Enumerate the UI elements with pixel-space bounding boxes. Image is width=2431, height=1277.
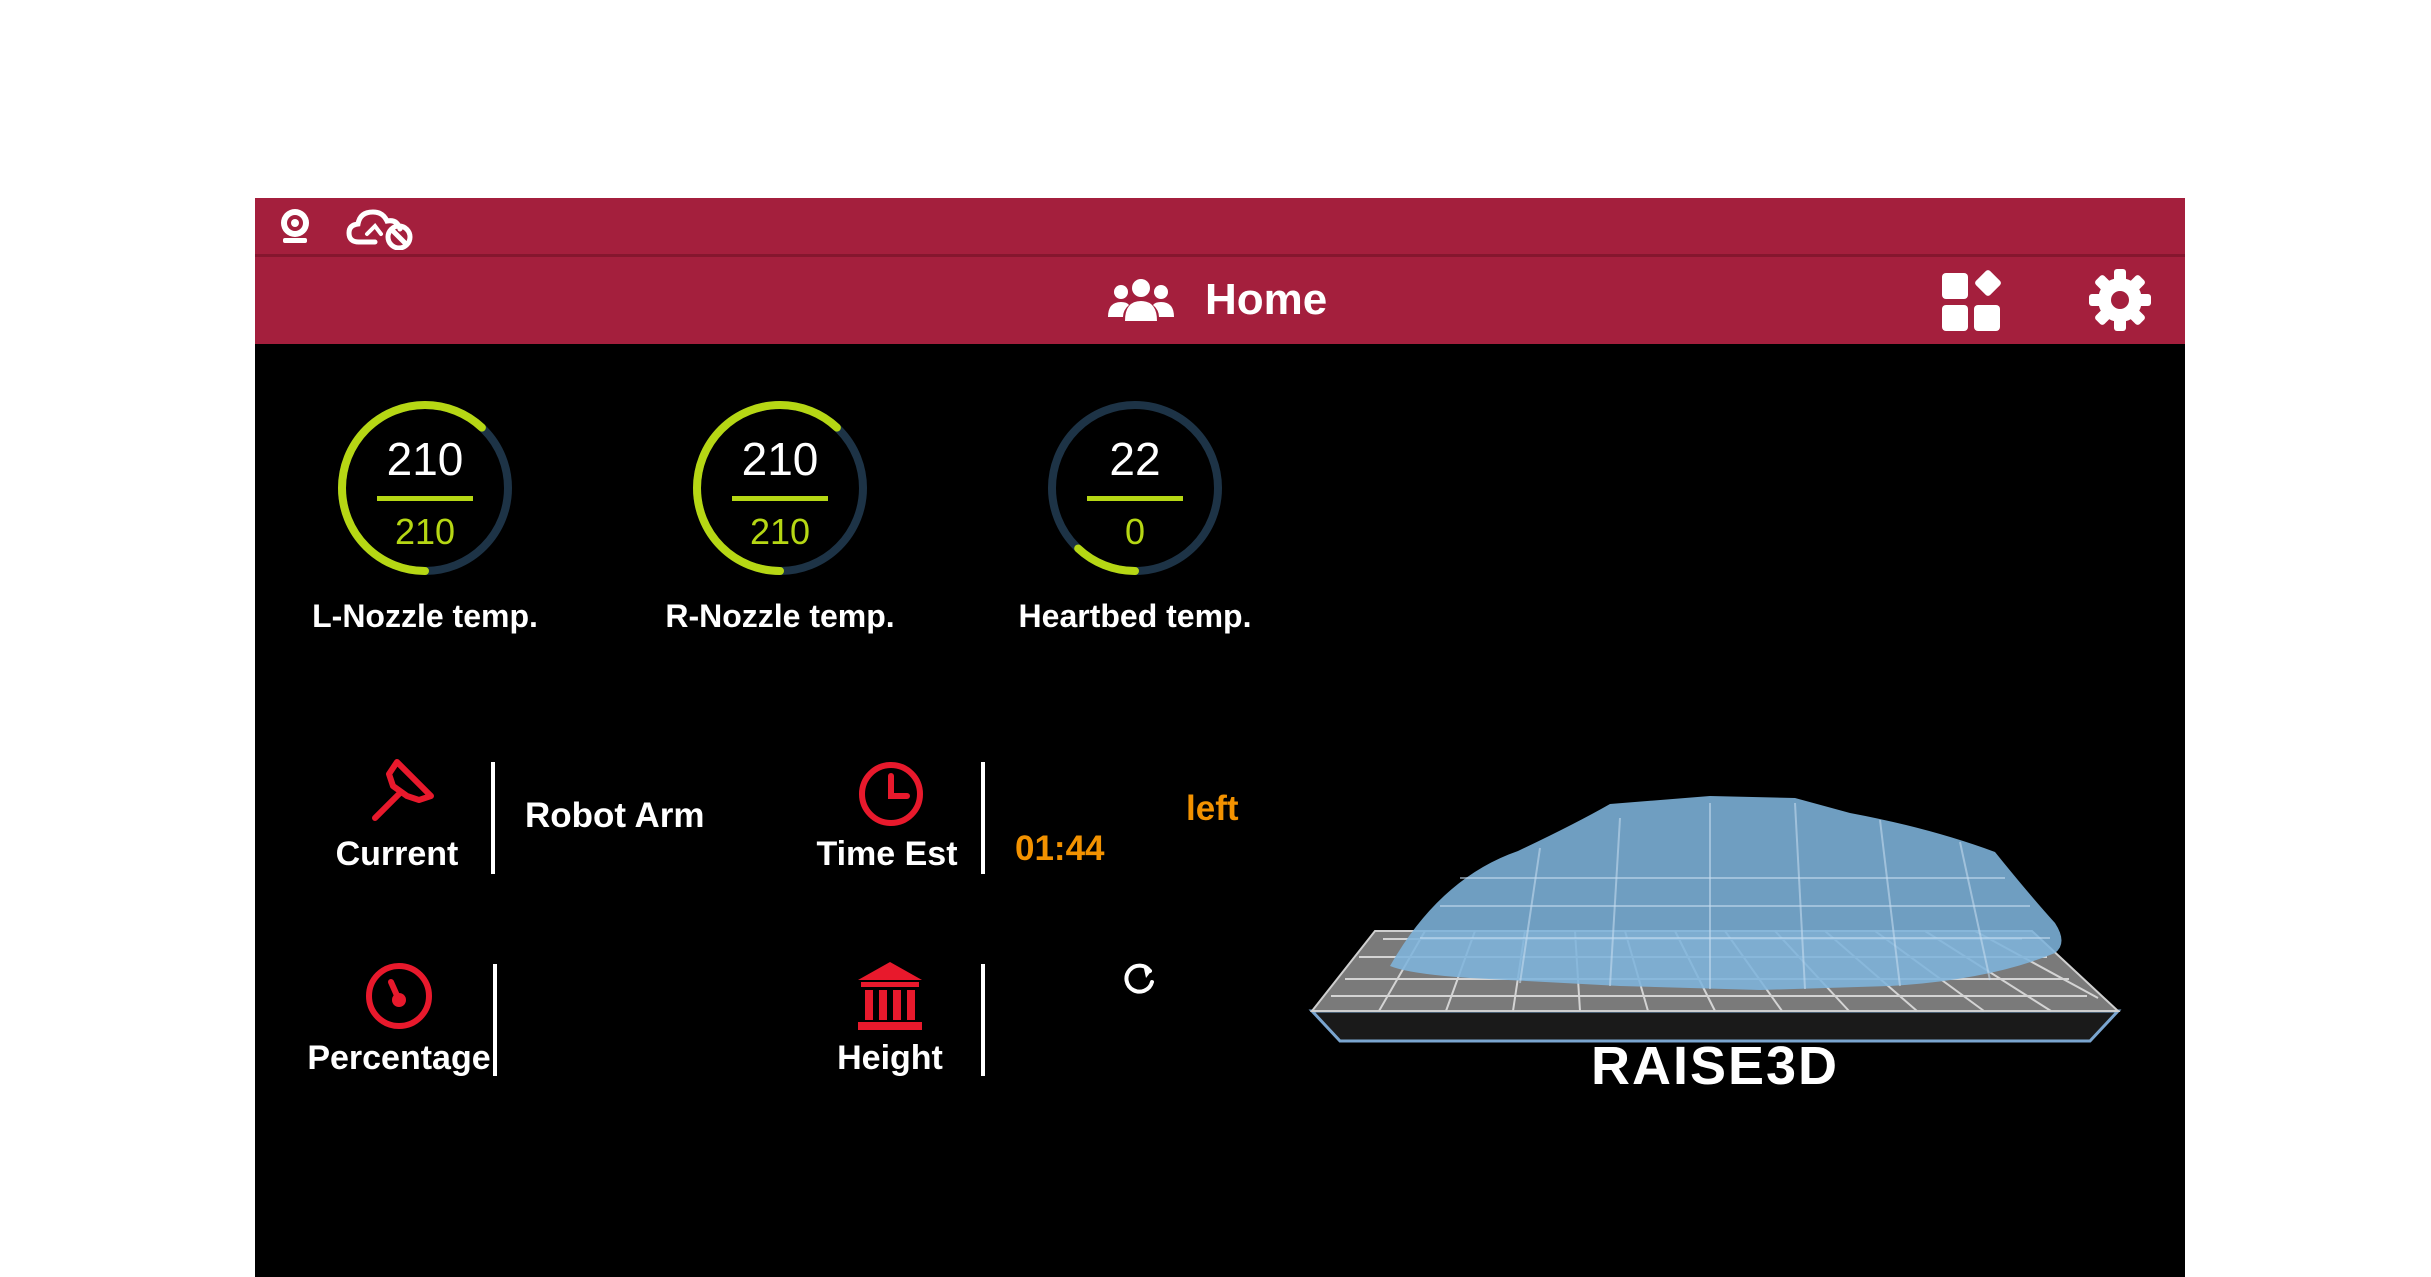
heatbed-label: Heartbed temp. xyxy=(1018,598,1252,634)
webcam-icon[interactable] xyxy=(275,206,315,246)
r-nozzle-current-temp: 210 xyxy=(741,433,819,485)
title-bar: Home xyxy=(255,257,2185,344)
brand-logo: RAISE3D xyxy=(1591,1036,1839,1096)
height-separator xyxy=(981,964,985,1076)
heatbed-current-temp: 22 xyxy=(1109,433,1161,485)
current-separator xyxy=(491,762,495,874)
clock-icon xyxy=(859,762,923,826)
r-nozzle-divider xyxy=(732,496,828,501)
l-nozzle-divider xyxy=(377,496,473,501)
gear-icon[interactable] xyxy=(2087,267,2153,333)
time-left-label: left xyxy=(1186,789,1239,828)
current-object-value: Robot Arm xyxy=(525,796,705,835)
time-est-value: 01:44 xyxy=(1015,829,1105,868)
l-nozzle-label: L-Nozzle temp. xyxy=(312,598,538,634)
print-bed-preview: RAISE3D xyxy=(1308,796,2122,1096)
current-label: Current xyxy=(335,835,459,873)
model-shape xyxy=(1390,796,2062,990)
status-bar xyxy=(255,198,2185,257)
page-title: Home xyxy=(1205,275,1328,324)
r-nozzle-label: R-Nozzle temp. xyxy=(665,598,895,634)
pin-icon xyxy=(372,759,434,821)
time-est-separator xyxy=(981,762,985,874)
printer-screen: Home 210 210 L-Nozzle temp. 210 210 R-No… xyxy=(255,198,2185,1277)
refresh-icon[interactable] xyxy=(1119,958,1159,998)
heatbed-target-temp: 0 xyxy=(1124,511,1146,552)
speedometer-icon xyxy=(366,963,432,1029)
height-label: Height xyxy=(837,1039,943,1077)
cloud-disconnected-icon[interactable] xyxy=(345,204,417,250)
percentage-label: Percentage xyxy=(307,1039,491,1077)
users-icon xyxy=(1108,279,1174,321)
heatbed-divider xyxy=(1087,496,1183,501)
percentage-separator xyxy=(493,964,497,1076)
building-icon xyxy=(858,962,922,1030)
time-est-label: Time Est xyxy=(816,835,958,873)
r-nozzle-target-temp: 210 xyxy=(749,511,811,552)
apps-icon[interactable] xyxy=(1940,269,2004,333)
l-nozzle-current-temp: 210 xyxy=(386,433,464,485)
l-nozzle-target-temp: 210 xyxy=(394,511,456,552)
